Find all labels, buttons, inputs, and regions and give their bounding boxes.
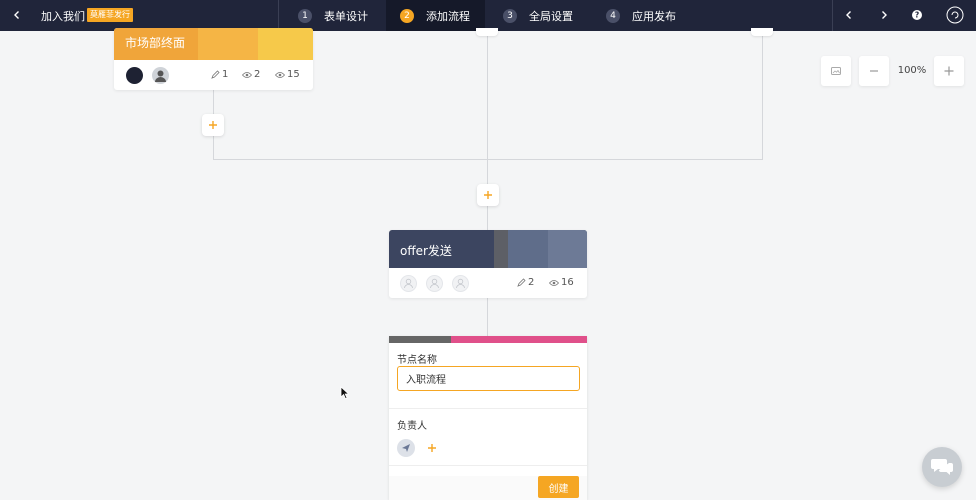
step-publish[interactable]: 4 应用发布 xyxy=(593,0,693,31)
node-editor-panel: 节点名称 负责人 创建 xyxy=(389,336,587,500)
paper-plane-icon xyxy=(402,444,410,452)
visit-count: 15 xyxy=(275,69,300,80)
owner-avatar[interactable] xyxy=(397,439,415,457)
avatar-placeholder xyxy=(452,275,469,292)
eye-icon xyxy=(275,71,285,78)
minus-icon xyxy=(870,70,878,72)
avatar xyxy=(152,67,169,84)
plus-icon xyxy=(428,444,436,452)
node-footer: 2 16 xyxy=(389,268,587,298)
zoom-in-button[interactable] xyxy=(934,56,964,86)
edit-count: 2 xyxy=(517,277,534,288)
person-icon xyxy=(430,278,439,289)
owner-label: 负责人 xyxy=(397,421,427,432)
connector-line xyxy=(487,298,488,336)
person-icon xyxy=(456,278,465,289)
create-button[interactable]: 创建 xyxy=(538,476,579,498)
node-name-label: 节点名称 xyxy=(397,355,437,366)
plus-icon xyxy=(484,191,492,199)
zoom-out-button[interactable] xyxy=(859,56,889,86)
edit-count: 1 xyxy=(211,69,228,80)
redo-button[interactable] xyxy=(875,6,893,24)
add-node-button[interactable] xyxy=(477,184,499,206)
divider xyxy=(832,0,833,31)
step-add-flow[interactable]: 2 添加流程 xyxy=(386,0,485,31)
help-button[interactable]: ? xyxy=(908,6,926,24)
add-node-button-partial[interactable] xyxy=(751,28,773,36)
node-name-input[interactable] xyxy=(397,366,580,391)
pencil-icon xyxy=(211,70,220,79)
user-avatar[interactable] xyxy=(945,5,965,25)
chat-button[interactable] xyxy=(922,447,962,487)
undo-button[interactable] xyxy=(840,6,858,24)
connector-line xyxy=(487,31,488,160)
node-footer: 1 2 15 xyxy=(114,60,313,90)
fit-view-button[interactable] xyxy=(821,56,851,86)
help-icon: ? xyxy=(912,10,922,20)
app-title: 加入我们 xyxy=(41,10,85,23)
zoom-level: 100% xyxy=(897,65,927,76)
top-bar: 加入我们 莫雁菲发行 1 表单设计 2 添加流程 3 全局设置 4 应用发布 ? xyxy=(0,0,976,31)
flow-node-market-interview[interactable]: 市场部终面 1 2 15 xyxy=(114,28,313,90)
eye-icon xyxy=(242,71,252,78)
chevron-left-icon xyxy=(14,11,19,19)
plus-icon xyxy=(944,66,954,76)
node-title: offer发送 xyxy=(400,244,452,258)
connector-line xyxy=(762,31,763,160)
connector-line xyxy=(213,159,763,160)
view-count: 2 xyxy=(242,69,260,80)
person-icon xyxy=(155,70,166,82)
avatar-placeholder xyxy=(426,275,443,292)
chat-icon xyxy=(931,459,953,475)
mouse-cursor-icon xyxy=(340,386,350,403)
avatar xyxy=(126,67,143,84)
flow-node-offer-send[interactable]: offer发送 2 16 xyxy=(389,230,587,298)
publish-badge: 莫雁菲发行 xyxy=(87,8,133,22)
view-count: 16 xyxy=(549,277,574,288)
add-owner-button[interactable] xyxy=(423,439,441,457)
user-avatar-icon xyxy=(946,6,964,24)
divider xyxy=(278,0,279,31)
plus-icon xyxy=(209,121,217,129)
eye-icon xyxy=(549,279,559,286)
node-title: 市场部终面 xyxy=(125,36,186,50)
back-button[interactable] xyxy=(8,6,26,24)
person-icon xyxy=(404,278,413,289)
step-form-design[interactable]: 1 表单设计 xyxy=(285,0,386,31)
add-node-button[interactable] xyxy=(202,114,224,136)
chevron-left-icon xyxy=(846,11,851,19)
avatar-placeholder xyxy=(400,275,417,292)
pencil-icon xyxy=(517,278,526,287)
chevron-right-icon xyxy=(882,11,887,19)
add-node-button-partial[interactable] xyxy=(476,28,498,36)
image-icon xyxy=(831,67,841,75)
step-global-settings[interactable]: 3 全局设置 xyxy=(490,0,590,31)
svg-text:?: ? xyxy=(915,11,919,20)
